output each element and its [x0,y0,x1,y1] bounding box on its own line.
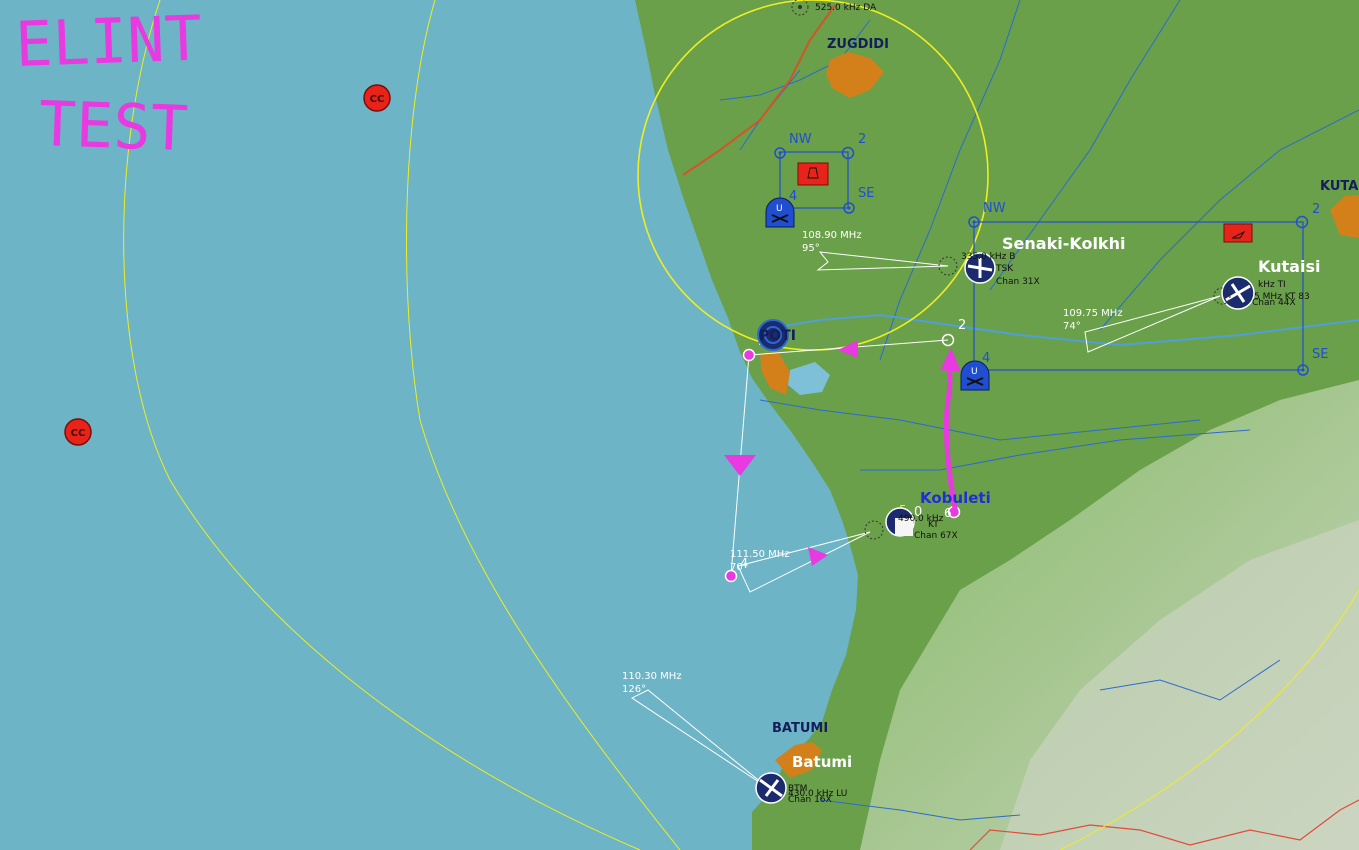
cc-label-1: CC [370,94,385,105]
batumi-name: Batumi [792,753,852,771]
annotation-line-2: TEST [37,87,189,165]
waypoint-3[interactable] [742,348,756,362]
kobuleti-name: Kobuleti [920,489,991,507]
beacon-top-label: 525.0 kHz DA [815,3,877,13]
waypoint-2-label: 2 [958,318,966,333]
ils-freq-kutaisi: 109.75 MHz [1063,308,1123,319]
waypoint-4-label: 4 [740,557,748,572]
senaki-info-2: TSK [995,264,1014,274]
kutaisi-caps-label: KUTA [1320,179,1358,194]
map-view[interactable]: ZUGDIDI BATUMI KUTA 108.90 MHz 95° 109.7… [0,0,1359,850]
ils-freq-senaki: 108.90 MHz [802,230,862,241]
poti-name: POTI [759,328,796,344]
batumi-info-3: Chan 16X [788,795,832,805]
ils-freq-kobuleti: 111.50 MHz [730,549,790,560]
sam-unit-2-letter: U [971,367,978,377]
annotation-line-1: ELINT [14,2,203,81]
batumi-caps-label: BATUMI [772,721,828,736]
kutaisi-info-1: kHz TI [1258,280,1286,290]
zone1-nw-label: NW [789,132,812,147]
ils-hdg-kutaisi: 74° [1063,321,1081,332]
cc-label-2: CC [71,428,86,439]
zone1-2-label: 2 [858,132,866,147]
zone2-se-label: SE [1312,347,1328,362]
ew-site-icon[interactable] [797,162,829,186]
ils-hdg-senaki: 95° [802,243,820,254]
sam-unit-2[interactable]: U [960,360,990,391]
batumi-airbase-icon[interactable] [755,772,787,804]
kobuleti-info-2: KT [928,520,939,530]
zone2-nw-label: NW [983,201,1006,216]
waypoint-6-label: 6 [944,506,952,520]
threat-marker-cc-1[interactable]: CC [363,84,391,112]
kobuleti-info-3: Chan 67X [914,531,958,541]
kutaisi-info-3: Chan 44X [1252,298,1296,308]
waypoint-4[interactable] [724,569,738,583]
zone1-se-label: SE [858,186,874,201]
threat-marker-cc-2[interactable]: CC [64,418,92,446]
senaki-info-1: 335.0 kHz B [961,252,1015,262]
kutaisi-name: Kutaisi [1258,257,1320,276]
zone2-2-label: 2 [1312,202,1320,217]
senaki-info-3: Chan 31X [996,277,1040,287]
zugdidi-label: ZUGDIDI [827,37,889,52]
sam-unit-1-letter: U [776,204,783,214]
ew-site-icon-2[interactable] [1223,223,1253,243]
senaki-name: Senaki-Kolkhi [1002,234,1125,253]
sam-unit-1[interactable]: U [765,197,795,228]
ils-hdg-batumi: 126° [622,684,646,695]
ils-freq-batumi: 110.30 MHz [622,671,682,682]
